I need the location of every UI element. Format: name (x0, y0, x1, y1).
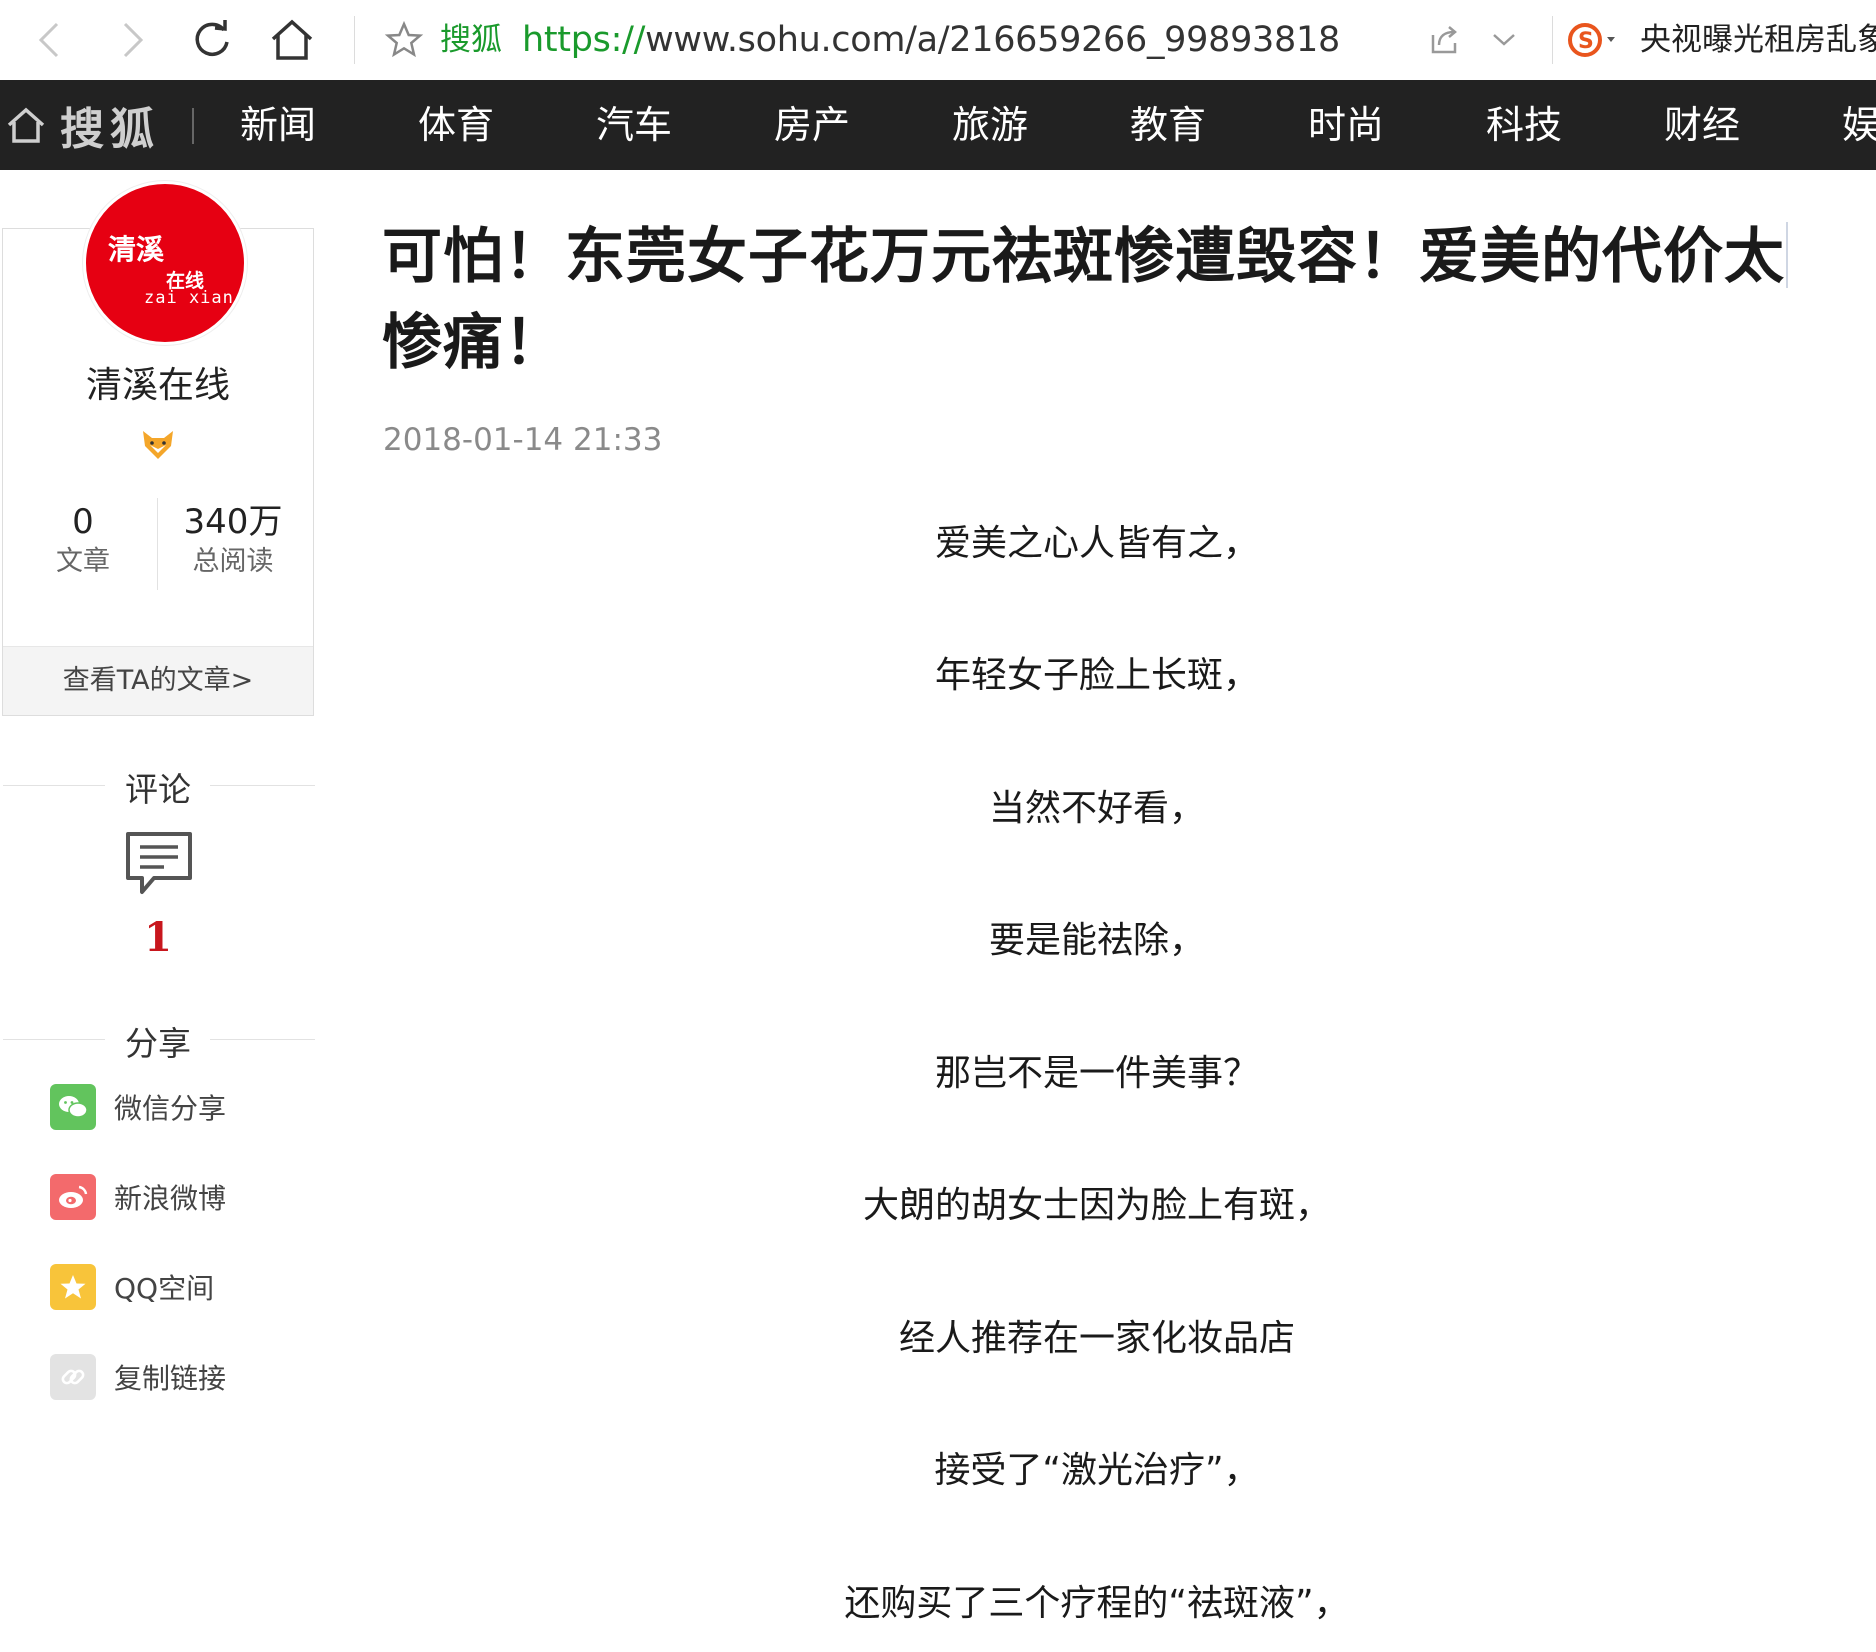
bookmark-button[interactable] (376, 12, 432, 68)
home-button[interactable] (264, 12, 320, 68)
view-author-articles-link[interactable]: 查看TA的文章> (3, 646, 313, 715)
share-label: QQ空间 (114, 1272, 215, 1305)
nav-item-auto[interactable]: 汽车 (596, 98, 672, 152)
svg-text:S: S (1578, 29, 1594, 54)
article-paragraph: 还购买了三个疗程的“祛斑液”， (844, 1583, 1350, 1624)
article-paragraph: 爱美之心人皆有之， (934, 523, 1259, 564)
chevron-right-icon (123, 22, 144, 58)
nav-item-fashion[interactable]: 时尚 (1308, 98, 1384, 152)
back-button[interactable] (22, 12, 78, 68)
text-cursor (1786, 222, 1788, 288)
forward-button[interactable] (104, 12, 160, 68)
wechat-icon (50, 1084, 96, 1130)
home-icon (7, 107, 45, 143)
address-bar[interactable]: https://www.sohu.com/a/216659266_9989381… (522, 18, 1340, 62)
search-engine-button[interactable]: S (1564, 12, 1620, 68)
articles-count: 0 (72, 502, 94, 542)
home-icon (271, 19, 313, 60)
chevron-down-icon (1493, 34, 1515, 46)
share-wechat[interactable]: 微信分享 (50, 1084, 226, 1130)
browser-toolbar: 搜狐 https://www.sohu.com/a/216659266_9989… (0, 0, 1876, 81)
reads-count: 340万 (183, 502, 283, 542)
nav-item-tech[interactable]: 科技 (1486, 98, 1562, 152)
share-qzone[interactable]: QQ空间 (50, 1264, 214, 1310)
article-paragraph: 经人推荐在一家化妆品店 (898, 1318, 1295, 1359)
comment-icon[interactable] (124, 830, 194, 898)
nav-divider (192, 108, 194, 144)
article-paragraph: 要是能祛除， (988, 920, 1205, 961)
reads-label: 总阅读 (192, 546, 274, 577)
reload-button[interactable] (184, 12, 240, 68)
share-label: 复制链接 (114, 1362, 227, 1395)
reads-stat: 340万 总阅读 (172, 500, 294, 580)
share-page-button[interactable] (1416, 12, 1472, 68)
avatar-text: zai xian (144, 288, 234, 308)
weibo-icon (50, 1174, 96, 1220)
reload-icon (195, 20, 229, 57)
nav-item-sports[interactable]: 体育 (418, 98, 494, 152)
share-icon (1431, 26, 1457, 54)
site-nav: 搜狐 新闻 体育 汽车 房产 旅游 教育 时尚 科技 财经 娱 (0, 80, 1876, 170)
chevron-left-icon (38, 22, 59, 58)
site-label: 搜狐 (440, 22, 502, 58)
author-name[interactable]: 清溪在线 (0, 362, 316, 410)
toolbar-divider (354, 16, 355, 64)
article-paragraph: 年轻女子脸上长斑， (934, 655, 1259, 696)
article-title: 可怕！东莞女子花万元祛斑惨遭毁容！爱美的代价太惨痛！ (382, 222, 1785, 378)
article-timestamp: 2018-01-14 21:33 (383, 422, 663, 458)
share-label: 新浪微博 (114, 1182, 227, 1215)
comments-heading: 评论 (125, 770, 191, 809)
sogou-logo-icon: S (1568, 23, 1615, 57)
stat-divider (157, 498, 158, 590)
nav-item-house[interactable]: 房产 (774, 98, 850, 152)
share-copy-link[interactable]: 复制链接 (50, 1354, 226, 1400)
comment-count[interactable]: 1 (0, 914, 316, 961)
articles-label: 文章 (56, 546, 110, 577)
nav-item-entertainment[interactable]: 娱 (1842, 98, 1876, 152)
nav-item-travel[interactable]: 旅游 (952, 98, 1028, 152)
toolbar-divider (1552, 16, 1553, 64)
share-label: 微信分享 (114, 1092, 227, 1125)
url-scheme: https:// (522, 20, 646, 60)
link-icon (50, 1354, 96, 1400)
share-heading: 分享 (125, 1024, 191, 1063)
dropdown-button[interactable] (1476, 12, 1532, 68)
url-path: www.sohu.com/a/216659266_99893818 (645, 20, 1340, 60)
star-icon (384, 20, 424, 58)
nav-item-education[interactable]: 教育 (1130, 98, 1206, 152)
qzone-star-icon (50, 1264, 96, 1310)
article-paragraph: 当然不好看， (988, 788, 1205, 829)
fox-badge-icon (143, 431, 173, 459)
articles-stat[interactable]: 0 文章 (44, 500, 122, 580)
article-paragraph: 那岂不是一件美事？ (934, 1053, 1259, 1094)
article-paragraph: 大朗的胡女士因为脸上有斑， (862, 1185, 1331, 1226)
avatar-text: 清溪 (108, 233, 165, 266)
logo-text: 搜狐 (60, 104, 160, 155)
nav-item-news[interactable]: 新闻 (240, 98, 316, 152)
nav-item-finance[interactable]: 财经 (1664, 98, 1740, 152)
share-weibo[interactable]: 新浪微博 (50, 1174, 226, 1220)
news-ticker[interactable]: 央视曝光租房乱象 (1640, 20, 1876, 60)
avatar[interactable]: 清溪 在线 zai xian (83, 181, 247, 345)
sohu-logo[interactable]: 搜狐 (6, 98, 160, 155)
article-paragraph: 接受了“激光治疗”， (934, 1450, 1260, 1491)
